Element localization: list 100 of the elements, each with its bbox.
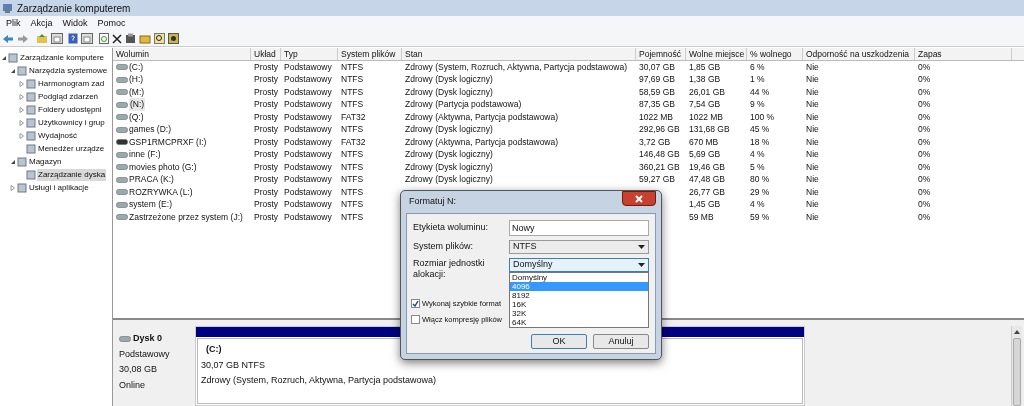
column-header[interactable]: System plików <box>338 48 402 60</box>
volume-label-field[interactable]: Nowy <box>509 220 649 236</box>
column-header[interactable]: Zapas <box>915 48 1012 60</box>
table-cell: 47,48 GB <box>689 173 725 187</box>
partition-status: Zdrowy (System, Rozruch, Aktywna, Partycja podstawowa) <box>201 374 438 387</box>
table-cell: 19,46 GB <box>689 160 725 174</box>
column-header[interactable]: % wolnego <box>747 48 803 60</box>
column-header[interactable]: Odporność na uszkodzenia <box>803 48 915 60</box>
pane-icon[interactable] <box>81 33 93 44</box>
expand-arrow-icon[interactable] <box>19 119 26 126</box>
scrollbar[interactable] <box>1011 326 1022 406</box>
table-cell: Nie <box>806 210 819 224</box>
table-cell: NTFS <box>341 123 364 137</box>
collapse-arrow-icon[interactable] <box>1 54 8 61</box>
folder-tool-icon <box>26 117 36 128</box>
table-cell: ROZRYWKA (L:) <box>129 185 193 199</box>
column-header[interactable]: Typ <box>281 48 338 60</box>
search-icon[interactable] <box>154 33 165 44</box>
expand-arrow-icon[interactable] <box>19 93 26 100</box>
column-header[interactable]: Wolumin <box>113 48 251 60</box>
table-cell: NTFS <box>341 210 364 224</box>
table-cell: 1,38 GB <box>689 73 721 87</box>
table-cell: Prosty <box>254 85 279 99</box>
collapse-arrow-icon[interactable] <box>10 67 17 74</box>
menu-item[interactable]: Widok <box>62 16 88 31</box>
menu-item[interactable]: Pomoc <box>97 16 126 31</box>
column-header[interactable]: Układ <box>251 48 281 60</box>
folder-tool-icon <box>26 169 36 180</box>
table-cell: Nie <box>806 198 819 212</box>
expand-arrow-icon[interactable] <box>19 80 26 87</box>
table-cell: NTFS <box>341 85 364 99</box>
settings-icon[interactable] <box>168 33 179 44</box>
table-cell: Nie <box>806 148 819 162</box>
tree-item[interactable]: Podgląd zdarzeń <box>37 90 100 103</box>
folder-tool-icon <box>17 65 27 76</box>
computer-management-icon <box>2 2 14 14</box>
dialog-button[interactable]: Anuluj <box>593 334 649 349</box>
table-cell: 29 % <box>750 185 770 199</box>
table-cell: 0% <box>918 60 931 74</box>
drive-icon <box>116 164 128 171</box>
dropdown-option[interactable]: 16K <box>510 300 648 309</box>
table-cell: Nie <box>806 73 819 87</box>
disk-size: 30,08 GB <box>119 363 159 376</box>
table-cell: (C:) <box>129 60 144 74</box>
table-cell: Podstawowy <box>284 60 332 74</box>
folder-icon[interactable] <box>139 33 151 44</box>
checkbox[interactable] <box>411 315 420 325</box>
tree-item[interactable]: Foldery udostępni <box>37 103 103 116</box>
drive-icon <box>116 201 128 208</box>
properties-icon[interactable] <box>125 33 136 44</box>
tree-item[interactable]: Wydajność <box>37 129 79 142</box>
dropdown-option[interactable]: Domyślny <box>510 273 648 282</box>
tree-item[interactable]: Zarządzanie dyska <box>37 168 107 181</box>
column-header[interactable]: Wolne miejsce <box>686 48 747 60</box>
expand-arrow-icon[interactable] <box>10 184 17 191</box>
folder-up-icon[interactable] <box>36 33 48 44</box>
table-cell: NTFS <box>341 173 364 187</box>
dropdown-option[interactable]: 8192 <box>510 291 648 300</box>
checkbox[interactable] <box>411 299 420 309</box>
dropdown-option[interactable]: 32K <box>510 309 648 318</box>
tree-item[interactable]: Magazyn <box>28 155 63 168</box>
file-system-dropdown[interactable]: NTFS <box>509 240 649 254</box>
table-cell: FAT32 <box>341 135 366 149</box>
table-cell: 3,72 GB <box>639 135 671 149</box>
table-cell: Prosty <box>254 98 279 112</box>
back-arrow-icon[interactable] <box>2 33 14 44</box>
forward-arrow-icon[interactable] <box>17 33 29 44</box>
tree-item[interactable]: Narzędzia systemowe <box>28 64 109 77</box>
expand-arrow-icon[interactable] <box>19 132 26 139</box>
table-cell: Podstawowy <box>284 135 332 149</box>
column-header[interactable]: Stan <box>402 48 636 60</box>
tree-item[interactable]: Użytkownicy i grup <box>37 116 106 129</box>
table-cell: 80 % <box>750 173 770 187</box>
tree-item[interactable]: Harmonogram zad <box>37 77 106 90</box>
help-icon[interactable] <box>68 33 78 44</box>
table-cell: PRACA (K:) <box>129 173 174 187</box>
dialog-button[interactable]: OK <box>531 334 587 349</box>
tree-item[interactable]: Menedżer urządze <box>37 142 106 155</box>
table-cell: NTFS <box>341 98 364 112</box>
delete-icon[interactable] <box>112 33 122 44</box>
refresh-icon[interactable] <box>99 33 109 44</box>
expand-arrow-icon[interactable] <box>19 106 26 113</box>
drive-icon <box>116 114 128 121</box>
allocation-dropdown[interactable]: Domyślny <box>509 258 649 272</box>
pane-icon[interactable] <box>51 33 63 44</box>
table-cell: NTFS <box>341 185 364 199</box>
scroll-up-icon[interactable] <box>1014 329 1020 335</box>
column-header[interactable]: Pojemność <box>636 48 686 60</box>
collapse-arrow-icon[interactable] <box>10 158 17 165</box>
tree-item[interactable]: Usługi i aplikacje <box>28 181 90 194</box>
dropdown-option[interactable]: 64K <box>510 318 648 327</box>
table-cell: Prosty <box>254 160 279 174</box>
table-cell: NTFS <box>341 198 364 212</box>
tree-item[interactable]: Zarządzanie komputere <box>19 51 106 64</box>
menu-item[interactable]: Plik <box>6 16 21 31</box>
close-button[interactable] <box>622 191 656 206</box>
table-cell: Prosty <box>254 110 279 124</box>
menu-item[interactable]: Akcja <box>30 16 53 31</box>
table-cell: GSP1RMCPRXF (I:) <box>129 135 207 149</box>
table-cell: 0% <box>918 148 931 162</box>
